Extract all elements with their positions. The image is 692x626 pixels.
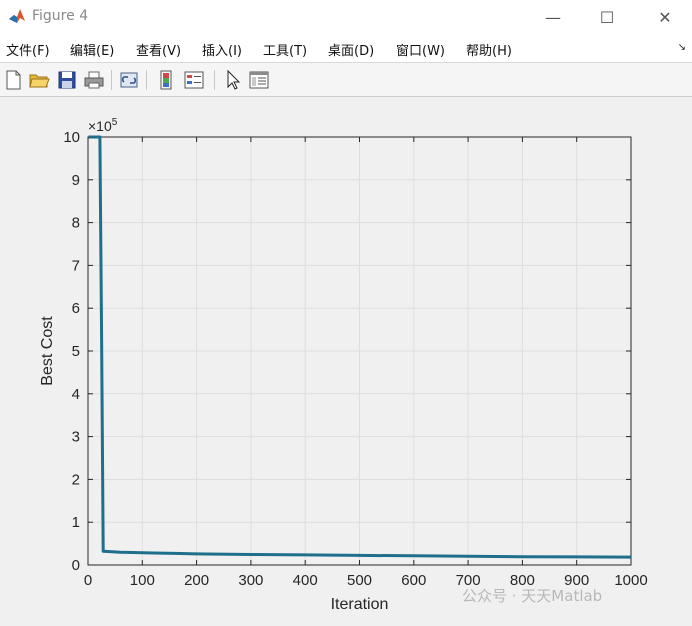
y-tick-label: 10 xyxy=(63,129,80,146)
y-tick-label: 8 xyxy=(72,215,80,232)
menu-file[interactable]: 文件(F) xyxy=(6,40,50,59)
minimize-button[interactable]: — xyxy=(530,0,576,34)
y-tick-label: 3 xyxy=(72,429,80,446)
maximize-icon: ☐ xyxy=(599,7,615,27)
menu-insert[interactable]: 插入(I) xyxy=(202,40,242,59)
matlab-logo-icon xyxy=(8,7,26,25)
y-tick-label: 9 xyxy=(72,172,80,189)
new-figure-icon[interactable] xyxy=(2,69,24,91)
close-button[interactable]: ✕ xyxy=(642,0,688,34)
y-tick-label: 1 xyxy=(72,514,80,531)
property-editor-icon[interactable] xyxy=(248,69,270,91)
menu-help[interactable]: 帮助(H) xyxy=(466,40,512,59)
grid-lines xyxy=(87,136,632,566)
colorbar-icon[interactable] xyxy=(155,69,177,91)
y-tick-label: 0 xyxy=(72,557,80,574)
y-exponent-label: ×105 xyxy=(88,117,118,134)
x-tick-label: 1000 xyxy=(614,572,647,589)
minimize-icon: — xyxy=(545,7,561,27)
y-tick-label: 4 xyxy=(72,386,80,403)
x-tick-label: 200 xyxy=(184,572,209,589)
legend-icon[interactable] xyxy=(183,69,205,91)
figure-toolbar xyxy=(0,63,692,97)
axis-ticks: 0 100 200 300 400 500 600 700 800 900 100001234567… xyxy=(63,129,647,589)
pointer-icon[interactable] xyxy=(222,69,244,91)
title-bar: Figure 4 — ☐ ✕ xyxy=(0,0,692,34)
y-exponent-base: ×10 xyxy=(88,118,112,134)
x-axis-label: Iteration xyxy=(331,596,389,613)
save-icon[interactable] xyxy=(56,69,78,91)
y-exponent-power: 5 xyxy=(112,117,118,128)
x-tick-label: 300 xyxy=(238,572,263,589)
x-tick-label: 600 xyxy=(401,572,426,589)
open-file-icon[interactable] xyxy=(28,69,50,91)
watermark-text: 公众号 · 天天Matlab xyxy=(462,587,603,605)
menu-view[interactable]: 查看(V) xyxy=(136,40,181,59)
y-tick-label: 7 xyxy=(72,257,80,274)
dock-arrow-icon[interactable]: ↘ xyxy=(678,42,686,53)
print-icon[interactable] xyxy=(83,69,105,91)
x-tick-label: 100 xyxy=(130,572,155,589)
maximize-button[interactable]: ☐ xyxy=(584,0,630,34)
y-tick-label: 6 xyxy=(72,300,80,317)
toolbar-separator xyxy=(214,70,215,90)
y-tick-label: 5 xyxy=(72,343,80,360)
y-axis-label: Best Cost xyxy=(39,316,56,386)
x-tick-label: 0 xyxy=(84,572,92,589)
toolbar-separator xyxy=(111,70,112,90)
window-title: Figure 4 xyxy=(32,8,89,24)
menu-tools[interactable]: 工具(T) xyxy=(263,40,307,59)
best-cost-plot[interactable]: 0 100 200 300 400 500 600 700 800 900 100001234567… xyxy=(0,97,692,622)
x-tick-label: 500 xyxy=(347,572,372,589)
menu-edit[interactable]: 编辑(E) xyxy=(70,40,114,59)
figure-canvas[interactable]: 0 100 200 300 400 500 600 700 800 900 1000 0 1 2 3 4 5 6 7… xyxy=(0,97,692,622)
y-tick-label: 2 xyxy=(72,471,80,488)
link-icon[interactable] xyxy=(118,69,140,91)
menu-desktop[interactable]: 桌面(D) xyxy=(328,40,374,59)
x-tick-label: 400 xyxy=(293,572,318,589)
menu-window[interactable]: 窗口(W) xyxy=(396,40,445,59)
toolbar-separator xyxy=(146,70,147,90)
close-icon: ✕ xyxy=(658,7,672,27)
menu-bar: 文件(F) 编辑(E) 查看(V) 插入(I) 工具(T) 桌面(D) 窗口(W… xyxy=(0,34,692,63)
